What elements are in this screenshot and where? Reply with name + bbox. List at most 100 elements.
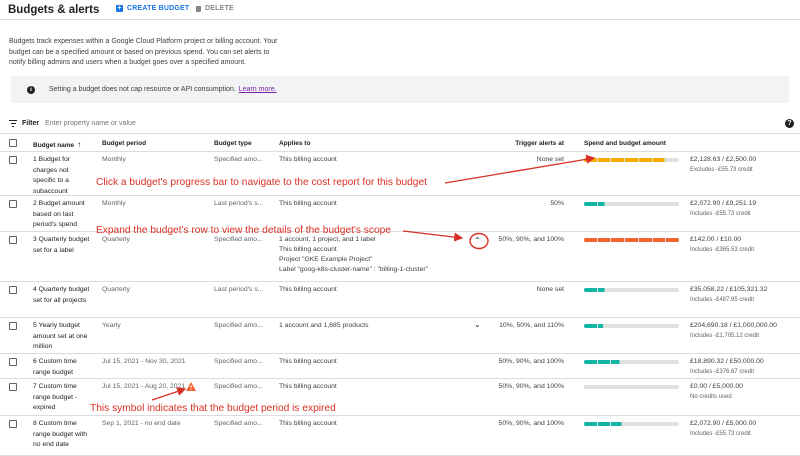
budget-progress-bar[interactable] [584,158,679,162]
budget-progress-bar[interactable] [584,324,679,328]
progress-segment [611,385,625,389]
progress-segment [638,422,652,426]
budget-period: Jul 15, 2021 - Nov 30, 2021 [102,358,186,365]
trigger-alerts: 50%, 90%, and 100% [498,420,564,427]
budget-progress-bar[interactable] [584,202,679,206]
delete-button[interactable]: DELETE [196,5,234,12]
spend-budget-amount: £0.00 / £5,000.00 [690,383,743,390]
progress-segment [597,158,611,162]
applies-to: This billing account [279,285,469,295]
row-checkbox[interactable] [9,383,17,391]
trigger-alerts: 10%, 50%, and 110% [499,322,564,329]
budget-name[interactable]: 1 Budget for charges not specific to a s… [33,155,91,197]
collapse-chevron-icon[interactable]: ⌃ [474,236,481,245]
budget-name[interactable]: 5 Yearly budget amount set at one millio… [33,321,91,353]
budget-name[interactable]: 8 Custom time range budget with no end d… [33,419,91,451]
expired-warning-icon [186,382,196,393]
table-row[interactable]: 4 Quarterly budget set for all projects Q… [0,282,800,318]
trigger-alerts: 50%, 90%, and 100% [498,383,564,390]
applies-to: This billing account [279,419,469,429]
sort-arrow-up-icon[interactable]: ↑ [77,140,81,149]
row-checkbox[interactable] [9,322,17,330]
table-row[interactable]: 3 Quarterly budget set for a label Quarte… [0,232,800,282]
credit-note: Includes -£487.95 credit [690,297,755,303]
budget-progress-bar[interactable] [584,422,679,426]
progress-segment [611,202,625,206]
trigger-alerts: 50%, 90%, and 100% [498,236,564,243]
filter-icon [9,120,17,127]
add-icon: + [116,5,123,12]
budget-name[interactable]: 6 Custom time range budget [33,357,91,378]
budget-type: Specified amo... [214,322,263,329]
budget-name[interactable]: 2 Budget amount based on last period's s… [33,199,91,231]
table-row[interactable]: 8 Custom time range budget with no end d… [0,416,800,456]
budget-progress-bar[interactable] [584,238,679,242]
help-icon[interactable]: ? [785,119,794,128]
spend-budget-amount: £35,058.22 / £105,321.32 [690,286,768,293]
credit-note: Includes -£365.53 credit [690,247,755,253]
progress-segment [584,385,597,389]
table-header: Budget name ↑ Budget period Budget type A… [0,136,800,152]
progress-segment [652,422,666,426]
progress-segment [611,158,625,162]
budget-name[interactable]: 4 Quarterly budget set for all projects [33,285,91,306]
applies-to-summary: 1 account, 1 project, and 1 label [279,236,376,243]
row-checkbox[interactable] [9,358,17,366]
progress-segment [652,238,666,242]
expand-chevron-icon[interactable]: ⌄ [474,320,481,329]
credit-note: Includes -£55.73 credit [690,431,751,437]
applies-detail-line: Label "goog-k8s-cluster-name" : "billing… [279,266,429,273]
progress-segment [625,158,638,162]
progress-segment [666,288,679,292]
progress-segment [666,238,679,242]
create-budget-button[interactable]: + CREATE BUDGET [116,5,189,12]
spend-amount: £2,128.63 / £2,500.00 Excludes -£55.73 cr… [690,155,756,175]
row-checkbox[interactable] [9,236,17,244]
applies-to: 1 account, 1 project, and 1 label This bi… [279,235,469,275]
row-checkbox[interactable] [9,420,17,428]
column-header-name[interactable]: Budget name ↑ [33,140,81,149]
budget-name[interactable]: 3 Quarterly budget set for a label [33,235,91,256]
progress-segment [597,385,611,389]
progress-segment [597,238,611,242]
spend-amount: £35,058.22 / £105,321.32 Includes -£487.9… [690,285,767,305]
notice-text: Setting a budget does not cap resource o… [49,86,236,93]
column-header-spend: Spend and budget amount [584,140,666,147]
progress-segment [611,422,625,426]
spend-amount: £142.00 / £10.00 Includes -£365.53 credit [690,235,754,255]
trash-icon [196,5,201,12]
budget-name[interactable]: 7 Custom time range budget - expired [33,382,91,414]
progress-segment [666,385,679,389]
progress-segment [584,288,597,292]
learn-more-link[interactable]: Learn more. [239,86,277,93]
table-row[interactable]: 1 Budget for charges not specific to a s… [0,152,800,196]
progress-segment [666,202,679,206]
progress-segment [625,238,638,242]
select-all-checkbox[interactable] [9,139,17,147]
budget-progress-bar[interactable] [584,360,679,364]
row-checkbox[interactable] [9,156,17,164]
applies-to-summary: This billing account [279,383,337,390]
spend-amount: £204,690.18 / £1,000,000.00 Includes -£1,… [690,321,777,341]
spend-budget-amount: £204,690.18 / £1,000,000.00 [690,322,777,329]
spend-budget-amount: £18,890.32 / £50,000.00 [690,358,764,365]
budget-progress-bar[interactable] [584,385,679,389]
budget-period: Monthly [102,156,126,163]
annotation-expand: Expand the budget's row to view the deta… [96,225,391,236]
table-row[interactable]: 6 Custom time range budget Jul 15, 2021 -… [0,354,800,379]
column-header-type: Budget type [214,140,252,147]
row-checkbox[interactable] [9,200,17,208]
applies-to: This billing account [279,382,469,392]
delete-label: DELETE [205,5,234,12]
spend-budget-amount: £2,128.63 / £2,500.00 [690,156,757,163]
credit-note: Includes -£376.67 credit [690,369,755,375]
table-row[interactable]: 5 Yearly budget amount set at one millio… [0,318,800,354]
budget-progress-bar[interactable] [584,288,679,292]
spend-amount: £0.00 / £5,000.00 No credits used [690,382,743,402]
trigger-alerts: 50%, 90%, and 100% [498,358,564,365]
row-checkbox[interactable] [9,286,17,294]
progress-segment [597,360,611,364]
filter-input[interactable] [45,120,246,127]
budget-type: Last period's s... [214,200,264,207]
progress-segment [625,360,638,364]
